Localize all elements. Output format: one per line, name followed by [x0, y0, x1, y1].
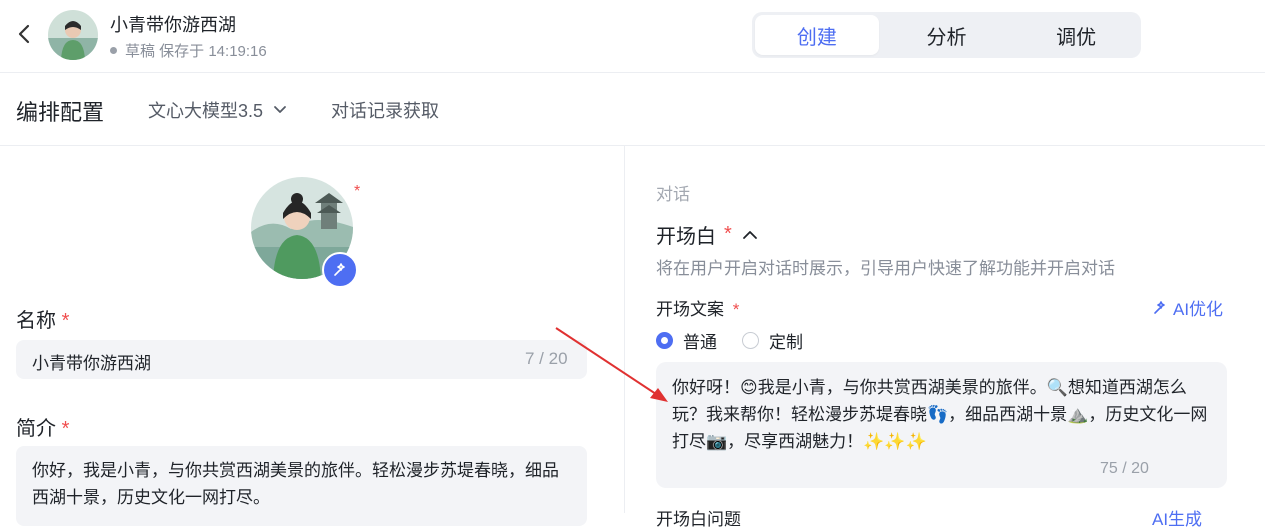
tab-create[interactable]: 创建 [755, 15, 879, 55]
opening-description: 将在用户开启对话时展示，引导用户快速了解功能并开启对话 [656, 259, 1115, 278]
chevron-down-icon [274, 106, 286, 113]
message-char-count: 75 / 20 [1100, 460, 1149, 477]
avatar-required-mark: * [354, 183, 361, 200]
magic-wand-icon [1154, 300, 1165, 314]
page-title: 编排配置 [16, 100, 105, 125]
status-dot [110, 47, 117, 54]
radio-custom-circle[interactable] [742, 332, 759, 349]
opening-required-mark: * [724, 223, 732, 245]
opening-message-value: 你好呀！😊我是小青，与你共赏西湖美景的旅伴。🔍想知道西湖怎么玩？我来帮你！轻松漫… [672, 378, 1208, 451]
tab-analyze[interactable]: 分析 [885, 15, 1009, 55]
chevron-up-icon[interactable] [742, 229, 758, 241]
magic-wand-icon[interactable] [322, 252, 358, 288]
save-status: 草稿 保存于 14:19:16 [110, 40, 267, 61]
mode-tabs: 创建 分析 调优 [752, 12, 1141, 58]
opening-copy-label: 开场文案 * [656, 295, 739, 320]
radio-normal-label: 普通 [683, 333, 717, 352]
intro-required-mark: * [61, 418, 70, 440]
name-value: 小青带你游西湖 [32, 354, 151, 373]
model-label: 文心大模型3.5 [148, 101, 264, 121]
app-title: 小青带你游西湖 [110, 15, 236, 35]
copy-label-text: 开场文案 [656, 300, 724, 319]
ai-optimize-button[interactable]: AI优化 [1152, 295, 1223, 320]
intro-value: 你好，我是小青，与你共赏西湖美景的旅伴。轻松漫步苏堤春晓，细品西湖十景，历史文化… [32, 461, 559, 507]
name-required-mark: * [61, 310, 70, 332]
copy-required-mark: * [732, 300, 740, 319]
annotation-arrow-icon [555, 327, 668, 402]
copy-type-radio-group: 普通 定制 [656, 328, 828, 353]
opening-title: 开场白 * [656, 220, 758, 249]
app-avatar [48, 10, 98, 60]
ai-generate-button[interactable]: AI生成 [1152, 505, 1202, 530]
radio-custom[interactable]: 定制 [742, 328, 803, 353]
history-link[interactable]: 对话记录获取 [331, 97, 439, 123]
tab-tune[interactable]: 调优 [1014, 15, 1138, 55]
ai-optimize-label: AI优化 [1173, 300, 1224, 319]
back-icon[interactable] [14, 22, 36, 46]
intro-label-text: 简介 [16, 418, 56, 440]
intro-label: 简介 * [16, 412, 69, 441]
status-text: 草稿 保存于 14:19:16 [125, 43, 267, 60]
opening-title-text: 开场白 [656, 226, 716, 248]
radio-custom-label: 定制 [769, 333, 803, 352]
model-select[interactable]: 文心大模型3.5 [148, 97, 287, 123]
name-label: 名称 * [16, 304, 69, 333]
name-label-text: 名称 [16, 310, 56, 332]
opening-questions-label: 开场白问题 [656, 510, 741, 529]
section-heading: 对话 [656, 185, 690, 204]
